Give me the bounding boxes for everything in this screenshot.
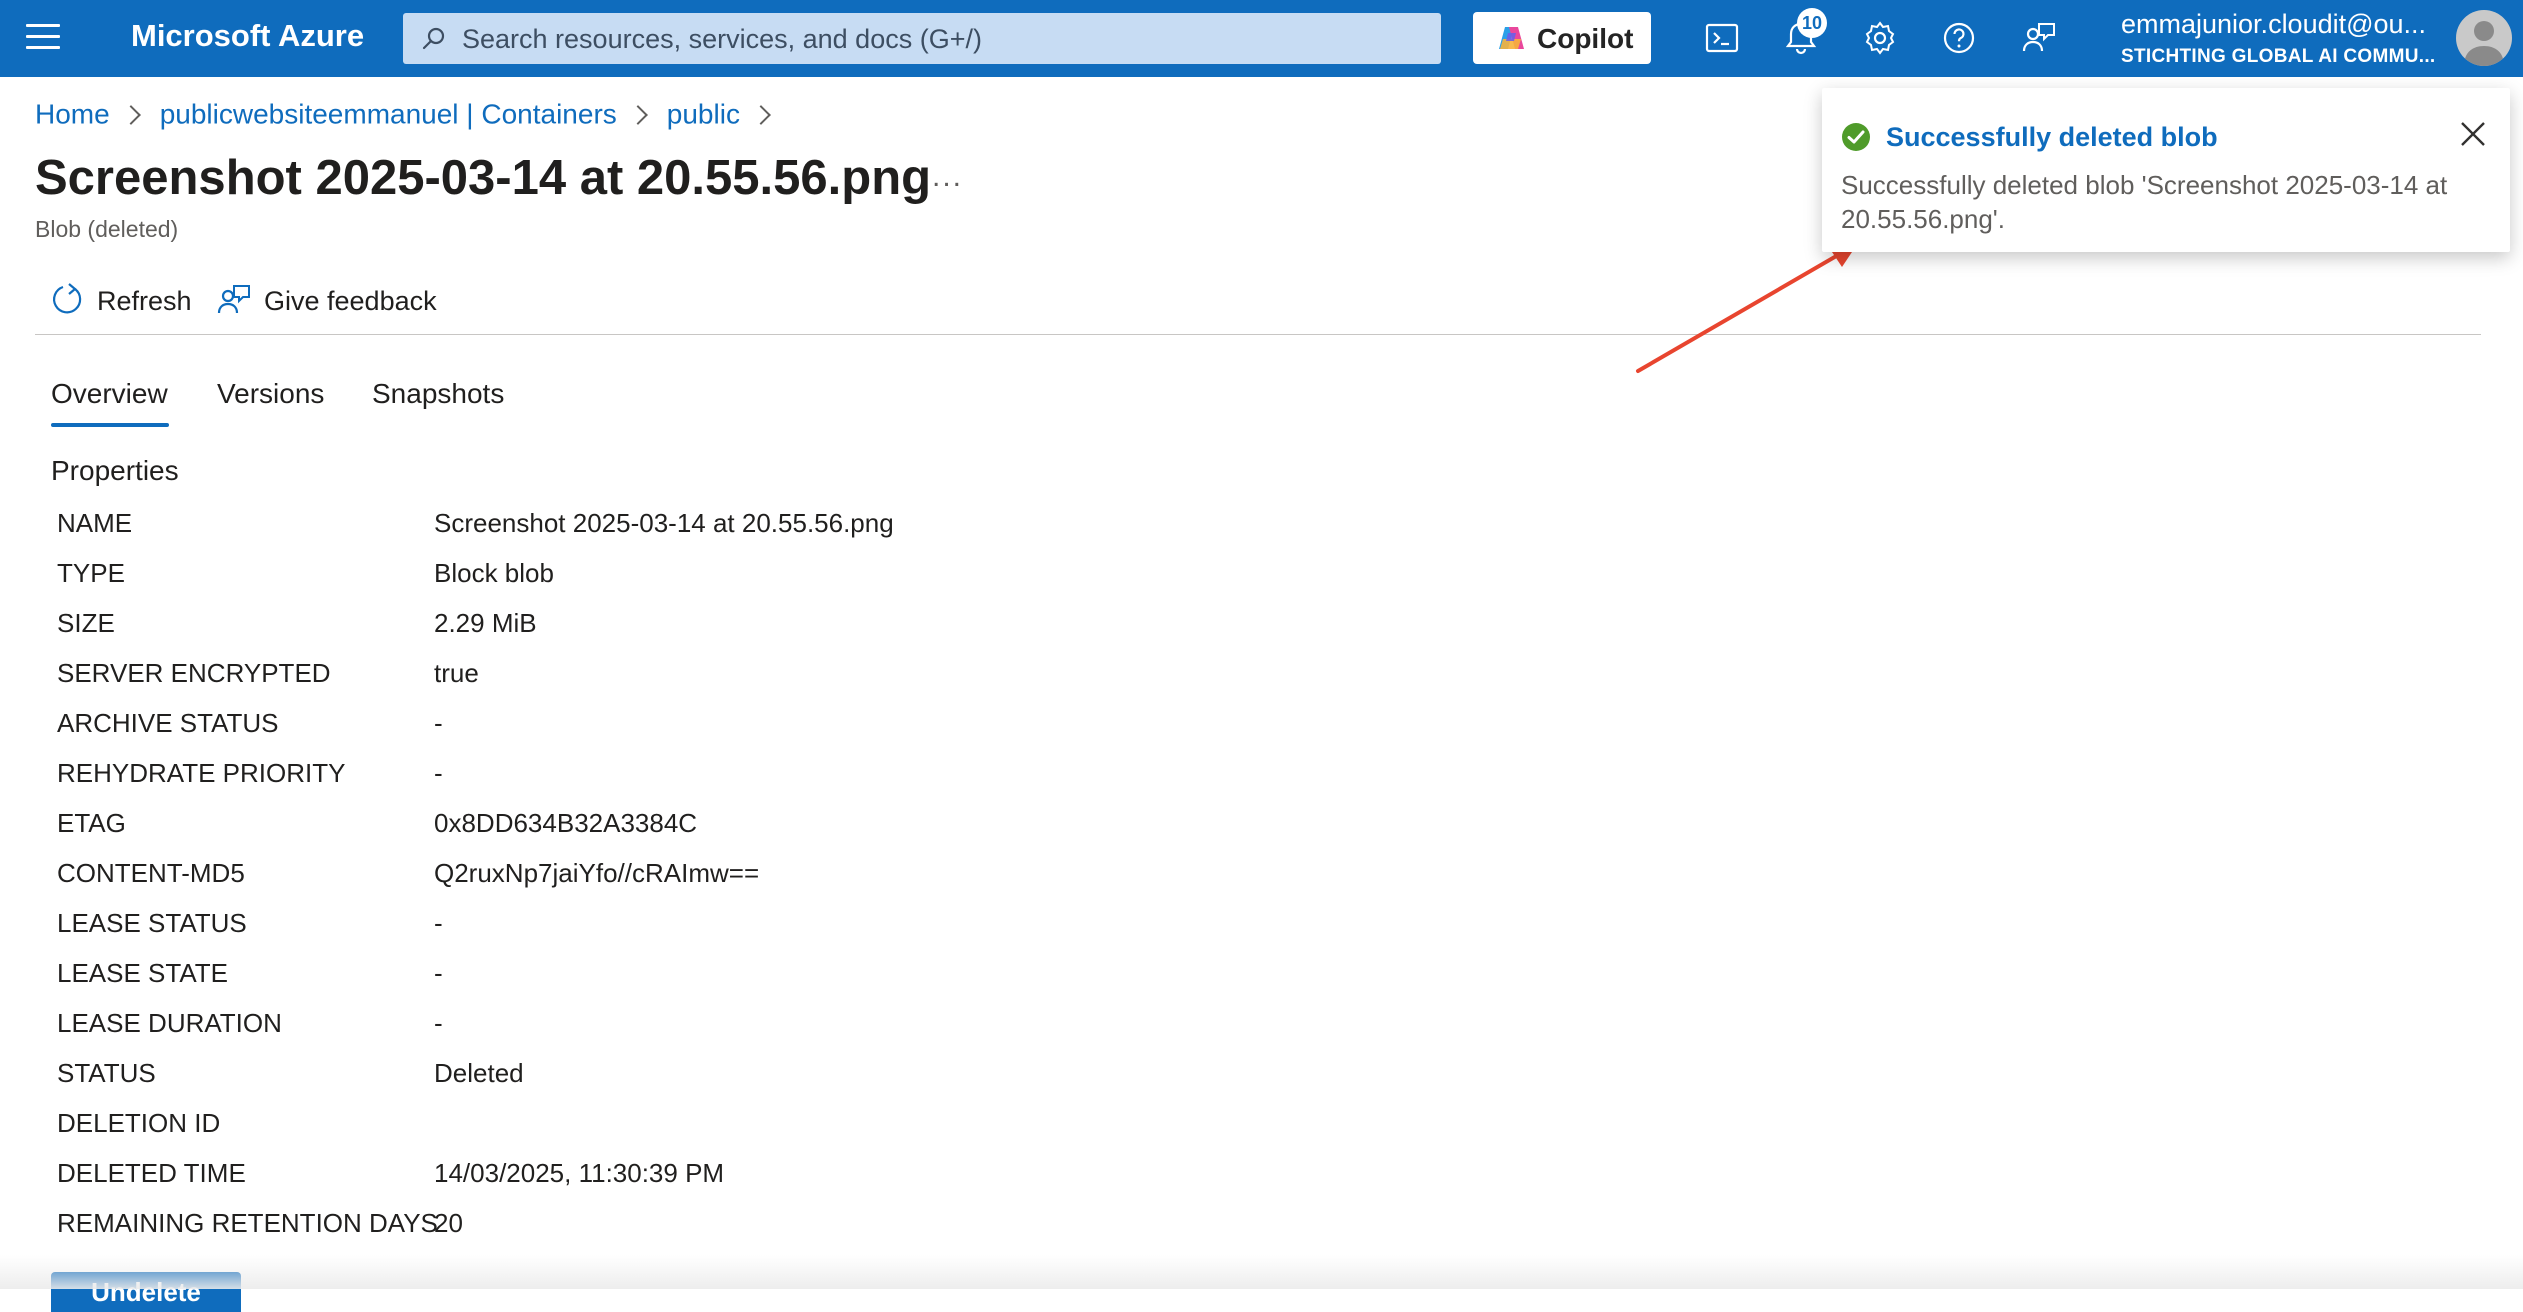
property-row: STATUS Deleted bbox=[57, 1058, 1457, 1108]
close-icon[interactable] bbox=[2459, 120, 2487, 148]
menu-icon[interactable] bbox=[26, 24, 60, 52]
property-value: 14/03/2025, 11:30:39 PM bbox=[434, 1158, 725, 1188]
property-value: 0x8DD634B32A3384C bbox=[434, 808, 698, 838]
tab-overview[interactable]: Overview bbox=[51, 378, 168, 410]
property-key: TYPE bbox=[57, 558, 125, 588]
active-tab-indicator bbox=[51, 423, 169, 427]
property-row: REMAINING RETENTION DAYS 20 bbox=[57, 1208, 1457, 1258]
property-value: - bbox=[434, 708, 443, 738]
tab-snapshots[interactable]: Snapshots bbox=[372, 378, 504, 410]
property-key: SERVER ENCRYPTED bbox=[57, 658, 331, 688]
chevron-right-icon bbox=[120, 104, 141, 125]
property-value: Q2ruxNp7jaiYfo//cRAImw== bbox=[434, 858, 760, 888]
success-check-icon bbox=[1842, 123, 1870, 151]
refresh-label: Refresh bbox=[97, 286, 192, 316]
more-options-button[interactable]: ... bbox=[932, 160, 963, 194]
copilot-button[interactable]: Copilot bbox=[1473, 12, 1651, 64]
property-row: LEASE STATUS - bbox=[57, 908, 1457, 958]
brand-title[interactable]: Microsoft Azure bbox=[131, 18, 364, 54]
chevron-right-icon bbox=[627, 104, 648, 125]
feedback-icon[interactable] bbox=[2021, 20, 2057, 56]
refresh-button[interactable]: Refresh bbox=[49, 280, 192, 320]
breadcrumb-public[interactable]: public bbox=[667, 99, 740, 130]
property-row: LEASE STATE - bbox=[57, 958, 1457, 1008]
copilot-label: Copilot bbox=[1537, 23, 1634, 54]
property-value: true bbox=[434, 658, 479, 688]
property-row: SIZE 2.29 MiB bbox=[57, 608, 1457, 658]
property-key: CONTENT-MD5 bbox=[57, 858, 245, 888]
top-bar: Microsoft Azure Search resources, servic… bbox=[0, 0, 2523, 77]
property-row: ARCHIVE STATUS - bbox=[57, 708, 1457, 758]
breadcrumb: Home publicwebsiteemmanuel | Containers pu… bbox=[35, 97, 790, 131]
page-title: Screenshot 2025-03-14 at 20.55.56.png bbox=[35, 151, 932, 205]
property-value: Block blob bbox=[434, 558, 554, 588]
breadcrumb-containers[interactable]: publicwebsiteemmanuel | Containers bbox=[160, 99, 617, 130]
property-value: - bbox=[434, 1008, 443, 1038]
property-key: LEASE STATE bbox=[57, 958, 228, 988]
property-key: NAME bbox=[57, 508, 133, 538]
property-row: REHYDRATE PRIORITY - bbox=[57, 758, 1457, 808]
notification-badge: 10 bbox=[1797, 8, 1827, 38]
property-value: 2.29 MiB bbox=[434, 608, 537, 638]
property-row: CONTENT-MD5 Q2ruxNp7jaiYfo//cRAImw== bbox=[57, 858, 1457, 908]
properties-heading: Properties bbox=[51, 455, 179, 486]
property-value: - bbox=[434, 908, 443, 938]
property-value: - bbox=[434, 958, 443, 988]
property-key: ARCHIVE STATUS bbox=[57, 708, 279, 738]
user-directory[interactable]: STICHTING GLOBAL AI COMMU... bbox=[2121, 46, 2436, 68]
search-icon bbox=[422, 27, 445, 50]
property-row: TYPE Block blob bbox=[57, 558, 1457, 608]
property-value: 20 bbox=[434, 1208, 463, 1238]
refresh-icon bbox=[53, 283, 82, 314]
user-account-name[interactable]: emmajunior.cloudit@ou... bbox=[2121, 9, 2426, 40]
property-value: - bbox=[434, 758, 443, 788]
breadcrumb-home[interactable]: Home bbox=[35, 99, 110, 130]
property-row: DELETED TIME 14/03/2025, 11:30:39 PM bbox=[57, 1158, 1457, 1208]
page-subtitle: Blob (deleted) bbox=[35, 216, 179, 242]
property-value: Screenshot 2025-03-14 at 20.55.56.png bbox=[434, 508, 894, 538]
property-key: STATUS bbox=[57, 1058, 156, 1088]
cloud-shell-icon[interactable] bbox=[1704, 20, 1740, 56]
property-key: SIZE bbox=[57, 608, 115, 638]
annotation-arrow bbox=[1636, 243, 1858, 373]
property-key: DELETED TIME bbox=[57, 1158, 246, 1188]
undelete-button[interactable]: Undelete bbox=[51, 1272, 241, 1312]
feedback-person-icon bbox=[217, 285, 250, 314]
toast-title: Successfully deleted blob bbox=[1886, 122, 2218, 152]
user-avatar-icon bbox=[2464, 21, 2504, 66]
property-row: LEASE DURATION - bbox=[57, 1008, 1457, 1058]
property-key: REMAINING RETENTION DAYS bbox=[57, 1208, 438, 1238]
give-feedback-label: Give feedback bbox=[264, 286, 437, 316]
property-key: LEASE DURATION bbox=[57, 1008, 282, 1038]
property-row: ETAG 0x8DD634B32A3384C bbox=[57, 808, 1457, 858]
command-bar-divider bbox=[35, 334, 2481, 335]
tab-versions[interactable]: Versions bbox=[217, 378, 324, 410]
property-key: DELETION ID bbox=[57, 1108, 221, 1138]
avatar[interactable] bbox=[2456, 10, 2512, 66]
help-icon[interactable] bbox=[1941, 20, 1977, 56]
success-notification-toast: Successfully deleted blob Successfully d… bbox=[1822, 88, 2510, 252]
toast-message: Successfully deleted blob 'Screenshot 20… bbox=[1841, 170, 2448, 234]
give-feedback-button[interactable]: Give feedback bbox=[216, 280, 437, 320]
property-key: LEASE STATUS bbox=[57, 908, 247, 938]
property-row: NAME Screenshot 2025-03-14 at 20.55.56.pn… bbox=[57, 508, 1457, 558]
settings-gear-icon[interactable] bbox=[1862, 20, 1898, 56]
property-key: ETAG bbox=[57, 808, 126, 838]
search-placeholder: Search resources, services, and docs (G+… bbox=[462, 24, 982, 54]
property-row: DELETION ID bbox=[57, 1108, 1457, 1158]
copilot-icon bbox=[1499, 27, 1524, 49]
bottom-fade bbox=[0, 1255, 2523, 1289]
search-input[interactable]: Search resources, services, and docs (G+… bbox=[403, 13, 1441, 64]
property-row: SERVER ENCRYPTED true bbox=[57, 658, 1457, 708]
chevron-right-icon bbox=[751, 104, 771, 125]
property-value: Deleted bbox=[434, 1058, 524, 1088]
property-key: REHYDRATE PRIORITY bbox=[57, 758, 346, 788]
